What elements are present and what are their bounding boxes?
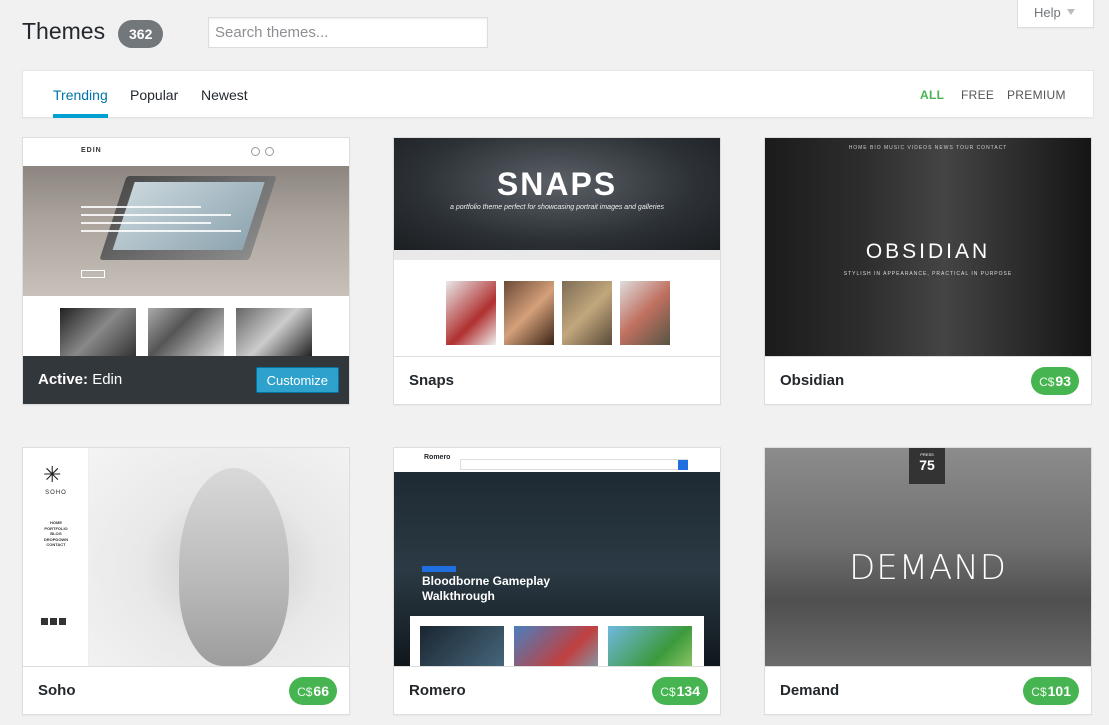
theme-name: Obsidian — [780, 372, 845, 389]
tab-newest[interactable]: Newest — [201, 71, 248, 118]
obsidian-hero-image: HOME BIO MUSIC VIDEOS NEWS TOUR CONTACT … — [765, 138, 1091, 356]
tab-trending[interactable]: Trending — [53, 71, 108, 118]
obsidian-preview-nav: HOME BIO MUSIC VIDEOS NEWS TOUR CONTACT — [848, 145, 1008, 151]
help-label: Help — [1034, 5, 1061, 20]
theme-card-edin[interactable]: EDIN Active: Edin Customize — [22, 137, 350, 405]
gallery-thumbnail — [514, 626, 598, 666]
romero-preview-logo: Romero — [424, 454, 451, 461]
demand-preview-title: DEMAND — [849, 548, 1007, 588]
customize-button[interactable]: Customize — [255, 367, 339, 393]
theme-name: Romero — [409, 682, 466, 699]
soho-preview-logo: SOHO — [45, 490, 67, 496]
theme-name: Soho — [38, 682, 76, 699]
menu-icon — [265, 147, 274, 156]
theme-card-footer: Snaps — [394, 356, 720, 404]
edin-hero-image — [23, 166, 349, 296]
snaps-preview-tagline: a portfolio theme perfect for showcasing… — [450, 204, 664, 211]
chevron-down-icon — [1066, 9, 1075, 15]
snaps-hero-image: SNAPS a portfolio theme perfect for show… — [394, 138, 720, 250]
theme-card-snaps[interactable]: SNAPS a portfolio theme perfect for show… — [393, 137, 721, 405]
gallery-thumbnail — [60, 308, 136, 356]
theme-screenshot[interactable]: SNAPS a portfolio theme perfect for show… — [394, 138, 720, 356]
tab-popular[interactable]: Popular — [130, 71, 178, 118]
theme-name: Snaps — [409, 372, 455, 389]
theme-card-soho[interactable]: ✳ SOHO HOME PORTFOLIO BLOG DROPDOWN CONT… — [22, 447, 350, 715]
theme-screenshot[interactable]: PRESS 75 DEMAND — [765, 448, 1091, 666]
social-icons — [41, 612, 71, 625]
romero-hero-image: Bloodborne Gameplay Walkthrough — [394, 472, 720, 666]
gallery-thumbnail — [620, 281, 670, 345]
theme-screenshot[interactable]: HOME BIO MUSIC VIDEOS NEWS TOUR CONTACT … — [765, 138, 1091, 356]
theme-card-footer: Demand C$101 — [765, 666, 1091, 714]
gallery-thumbnail — [148, 308, 224, 356]
theme-card-demand[interactable]: PRESS 75 DEMAND Demand C$101 — [764, 447, 1092, 715]
edin-preview-logo: EDIN — [81, 147, 102, 154]
filter-premium[interactable]: PREMIUM — [1007, 71, 1066, 119]
gallery-thumbnail — [236, 308, 312, 356]
romero-preview-headline: Bloodborne Gameplay Walkthrough — [422, 574, 551, 603]
soho-preview-menu: HOME PORTFOLIO BLOG DROPDOWN CONTACT — [43, 520, 69, 548]
theme-screenshot[interactable]: Romero Bloodborne Gameplay Walkthrough — [394, 448, 720, 666]
search-icon — [251, 147, 260, 156]
filter-bar: Trending Popular Newest ALL FREE PREMIUM — [22, 70, 1094, 118]
active-theme-name: Active: Edin — [38, 371, 123, 388]
price-badge[interactable]: C$101 — [1023, 677, 1079, 705]
theme-card-footer: Soho C$66 — [23, 666, 349, 714]
theme-card-footer: Romero C$134 — [394, 666, 720, 714]
price-badge[interactable]: C$134 — [652, 677, 708, 705]
theme-screenshot[interactable]: EDIN — [23, 138, 349, 356]
snaps-preview-title: SNAPS — [496, 166, 618, 202]
demand-preview-logo: PRESS 75 — [909, 448, 945, 484]
page-title: Themes — [22, 18, 106, 44]
price-badge[interactable]: C$93 — [1031, 367, 1079, 395]
filter-free[interactable]: FREE — [961, 71, 994, 119]
theme-screenshot[interactable]: ✳ SOHO HOME PORTFOLIO BLOG DROPDOWN CONT… — [23, 448, 349, 666]
soho-hero-image — [89, 448, 349, 666]
obsidian-preview-title: OBSIDIAN — [865, 240, 991, 263]
theme-card-obsidian[interactable]: HOME BIO MUSIC VIDEOS NEWS TOUR CONTACT … — [764, 137, 1092, 405]
price-badge[interactable]: C$66 — [289, 677, 337, 705]
theme-card-romero[interactable]: Romero Bloodborne Gameplay Walkthrough R… — [393, 447, 721, 715]
theme-name: Demand — [780, 682, 840, 699]
filter-all[interactable]: ALL — [920, 71, 944, 119]
search-icon — [678, 460, 688, 470]
gallery-thumbnail — [562, 281, 612, 345]
theme-card-footer: Obsidian C$93 — [765, 356, 1091, 404]
demand-hero-image: PRESS 75 DEMAND — [765, 448, 1091, 666]
gallery-thumbnail — [446, 281, 496, 345]
help-button[interactable]: Help — [1017, 0, 1094, 28]
search-input[interactable] — [208, 17, 488, 48]
gallery-thumbnail — [504, 281, 554, 345]
theme-card-footer: Active: Edin Customize — [23, 356, 349, 404]
gallery-thumbnail — [420, 626, 504, 666]
gallery-thumbnail — [608, 626, 692, 666]
theme-count-badge: 362 — [118, 20, 164, 48]
star-logo-icon: ✳ — [43, 462, 62, 487]
obsidian-preview-tagline: STYLISH IN APPEARANCE, PRACTICAL IN PURP… — [843, 271, 1013, 277]
